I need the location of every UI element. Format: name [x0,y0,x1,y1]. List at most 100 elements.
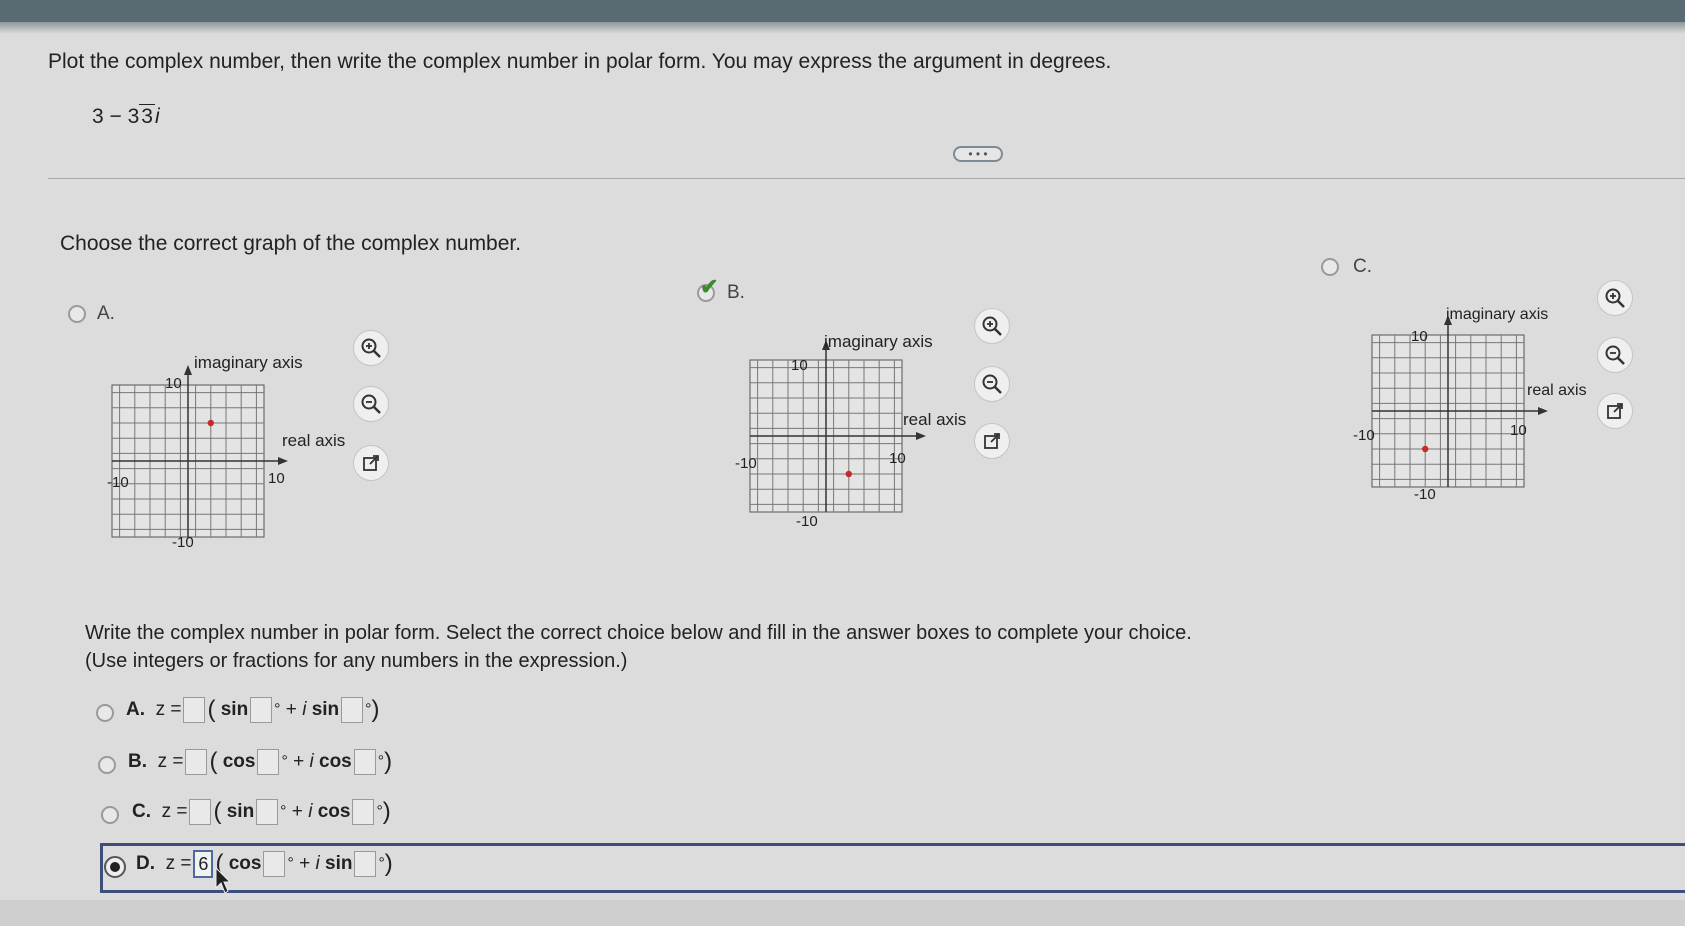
polar-b-modulus-box[interactable] [185,749,208,775]
polar-option-d-radio[interactable] [104,856,126,878]
polar-b-plus: + [293,751,305,772]
polar-b-angle1-box[interactable] [257,749,280,775]
graph-option-a-radio[interactable] [68,305,86,323]
polar-c-letter: C. [132,801,151,822]
graph-a-tick-left: -10 [107,474,129,491]
polar-d-modulus-box[interactable]: 6 [193,850,214,878]
graph-b [749,340,926,513]
graph-c-tick-left: -10 [1353,427,1375,444]
polar-d-z: z = [165,853,192,874]
polar-a-func1: sin [220,699,249,720]
polar-c-i: i [308,801,313,822]
popout-icon[interactable] [353,445,389,481]
polar-d-letter: D. [136,853,155,874]
polar-d-angle2-box[interactable] [354,851,377,877]
instruction-text: Plot the complex number, then write the … [48,50,1112,73]
graph-b-imag-label: imaginary axis [824,332,933,351]
polar-a-i: i [302,699,307,720]
polar-option-b-radio[interactable] [98,756,116,774]
real-axis-arrow [916,432,926,440]
plotted-point [207,419,214,427]
zoom-in-icon[interactable] [974,308,1010,344]
graph-a-tick-right: 10 [268,470,285,487]
polar-a-deg1: ° [274,701,281,718]
polar-b-deg1: ° [281,753,288,770]
graph-question: Choose the correct graph of the complex … [60,232,522,255]
plotted-point [845,470,852,478]
polar-option-d[interactable]: D. z = 6 ( cos ° + i sin °) [136,850,393,878]
graph-a-tick-bottom: -10 [172,534,194,551]
graph-b-tick-top: 10 [791,357,808,374]
polar-option-a[interactable]: A. z = ( sin ° + i sin °) [126,696,380,724]
checkmark-icon: ✔ [700,274,719,299]
zoom-out-icon[interactable] [974,366,1010,402]
polar-d-angle1-box[interactable] [263,851,286,877]
problem-prefix: 3 − 3 [92,105,140,128]
polar-option-b[interactable]: B. z = ( cos ° + i cos °) [128,748,392,776]
polar-a-angle1-box[interactable] [250,697,273,723]
polar-b-angle2-box[interactable] [353,749,376,775]
polar-c-angle1-box[interactable] [256,799,279,825]
polar-b-i: i [309,751,314,772]
polar-hint: (Use integers or fractions for any numbe… [85,650,628,672]
polar-c-angle2-box[interactable] [352,799,375,825]
polar-d-deg1: ° [287,855,294,872]
section-divider [48,178,1685,179]
polar-option-a-radio[interactable] [96,704,114,722]
polar-d-plus: + [299,853,311,874]
zoom-out-icon[interactable] [353,386,389,422]
plotted-point [1422,445,1429,453]
more-button[interactable]: • • • [953,146,1003,162]
polar-a-angle2-box[interactable] [341,697,364,723]
polar-c-z: z = [161,801,188,822]
graph-a-real-label: real axis [282,431,346,450]
polar-d-func1: cos [228,853,262,874]
polar-a-plus: + [285,699,297,720]
polar-option-c-radio[interactable] [101,806,119,824]
polar-c-plus: + [291,801,303,822]
popout-icon[interactable] [974,423,1010,459]
polar-a-letter: A. [126,699,145,720]
polar-c-func2: cos [317,801,351,822]
graph-option-a-letter: A. [97,303,115,324]
polar-b-func1: cos [222,751,256,772]
zoom-out-icon[interactable] [1597,337,1633,373]
polar-a-z: z = [155,699,182,720]
polar-question: Write the complex number in polar form. … [85,622,1192,644]
graph-c-tick-top: 10 [1411,328,1428,345]
real-axis-arrow [1538,407,1548,415]
polar-b-func2: cos [319,751,352,772]
graph-a-imag-label: imaginary axis [194,353,303,372]
graph-a [111,365,288,538]
graph-option-c-radio[interactable] [1321,258,1339,276]
graph-b-tick-right: 10 [889,450,906,467]
graph-b-tick-bottom: -10 [796,513,818,530]
imaginary-axis-arrow [184,365,192,375]
problem-radicand: 3 [141,105,153,128]
polar-b-z: z = [157,751,184,772]
top-shadow [0,22,1685,34]
polar-b-letter: B. [128,751,147,772]
problem-imag-unit: i [154,105,160,128]
polar-d-i: i [315,853,320,874]
popout-icon[interactable] [1597,393,1633,429]
polar-c-deg1: ° [280,803,287,820]
graph-c-tick-right: 10 [1510,422,1527,439]
graph-option-b-letter: B. [727,282,745,303]
graph-a-tick-top: 10 [165,375,182,392]
mouse-cursor-icon [215,866,232,894]
graph-c-imag-label: imaginary axis [1446,306,1549,323]
problem-expression: 3 − 33i [92,104,160,129]
graph-c-real-label: real axis [1527,382,1587,399]
real-axis-arrow [278,457,288,465]
zoom-in-icon[interactable] [353,330,389,366]
polar-c-modulus-box[interactable] [189,799,212,825]
polar-option-c[interactable]: C. z = ( sin ° + i cos °) [132,798,391,826]
problem-radical: 3 [139,104,155,128]
polar-d-func2: sin [325,853,353,874]
graph-c-tick-bottom: -10 [1414,486,1436,503]
zoom-in-icon[interactable] [1597,280,1633,316]
polar-a-func2: sin [311,699,340,720]
window-top-bar [0,0,1685,22]
polar-a-modulus-box[interactable] [183,697,206,723]
